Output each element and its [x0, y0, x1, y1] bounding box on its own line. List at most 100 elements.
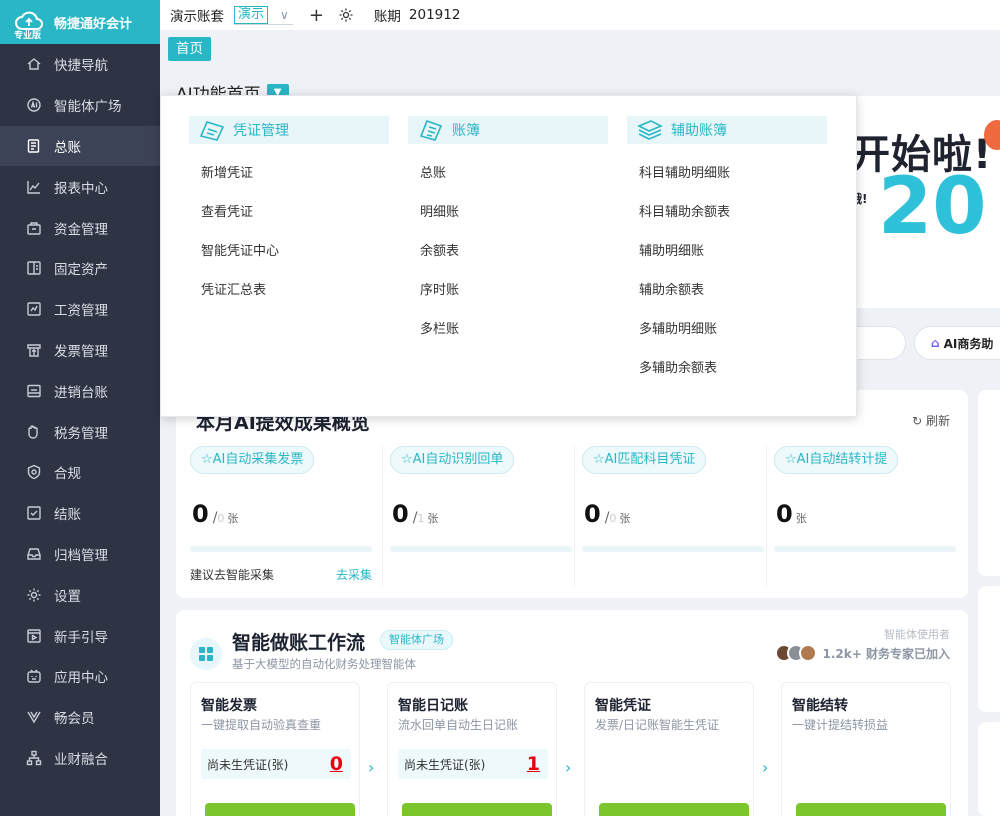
progress-bar [774, 546, 956, 552]
pending-voucher-count[interactable]: 1 [527, 753, 540, 775]
money-icon [26, 220, 42, 236]
sidebar-item-beginner-guide[interactable]: 新手引导 [0, 615, 160, 656]
apps-icon [26, 668, 42, 684]
side-panel-edge [978, 390, 1000, 576]
brand-edition: 专业版 [14, 31, 42, 41]
voucher-icon [199, 121, 225, 141]
pending-voucher-label: 尚未生凭证(张) [404, 757, 486, 772]
flow-box-title: 智能日记账 [398, 698, 468, 714]
sidebar-item-quick-nav[interactable]: 快捷导航 [0, 44, 160, 85]
sidebar-item-fixed-assets[interactable]: 固定资产 [0, 248, 160, 289]
smart-invoice-box[interactable]: 智能发票 一键提取自动验真查重 尚未生凭证(张) 0 [190, 682, 360, 816]
agent-square-tag[interactable]: 智能体广场 [380, 630, 453, 650]
stat-value: 0/0 张 [192, 500, 238, 528]
smart-journal-box[interactable]: 智能日记账 流水回单自动生日记账 尚未生凭证(张) 1 [387, 682, 557, 816]
go-collect-link[interactable]: 去采集 [336, 566, 372, 583]
menu-item-aux-detail[interactable]: 辅助明细账 [627, 232, 827, 271]
sidebar-item-label: 报表中心 [54, 180, 108, 197]
ai-business-pill-button[interactable]: ⌂ AI商务助 [914, 326, 1000, 360]
menu-item-general-ledger[interactable]: 总账 [408, 154, 608, 193]
menu-column-voucher: 凭证管理 新增凭证 查看凭证 智能凭证中心 凭证汇总表 [189, 116, 389, 310]
menu-column-auxiliary: 辅助账簿 科目辅助明细账 科目辅助余额表 辅助明细账 辅助余额表 多辅助明细账 … [627, 116, 827, 388]
menu-item-new-voucher[interactable]: 新增凭证 [189, 154, 389, 193]
period-value[interactable]: 201912 [409, 7, 461, 23]
stat-chip[interactable]: ☆AI自动识别回单 [390, 446, 515, 474]
smart-carryover-box[interactable]: 智能结转 一键计提结转损益 [781, 682, 951, 816]
sidebar-item-invoice-management[interactable]: 发票管理 [0, 330, 160, 371]
layers-icon [637, 120, 663, 140]
menu-item-subject-aux-detail[interactable]: 科目辅助明细账 [627, 154, 827, 193]
sidebar: 畅捷通好会计 专业版 快捷导航 智能体广场 总账 报表中心 资金管理 固定资产 … [0, 0, 160, 816]
sidebar-item-fund-management[interactable]: 资金管理 [0, 207, 160, 248]
side-panel-edge [978, 586, 1000, 712]
pill-label: AI商务助 [943, 336, 994, 351]
promo-banner[interactable]: 20 开始啦! 哦! [850, 96, 1000, 308]
side-panel-edge [978, 722, 1000, 816]
brand-name: 畅捷通好会计 [54, 16, 133, 32]
stat-value: 0/0 张 [584, 500, 630, 528]
account-book-select[interactable]: 演示 ∨ [234, 5, 293, 25]
sidebar-item-settings[interactable]: 设置 [0, 574, 160, 615]
menu-column-books: 账簿 总账 明细账 余额表 序时账 多栏账 [408, 116, 608, 349]
flow-box-title: 智能结转 [792, 698, 848, 714]
workflow-subtitle: 基于大模型的自动化财务处理智能体 [232, 657, 416, 671]
smart-voucher-box[interactable]: 智能凭证 发票/日记账智能生凭证 [584, 682, 754, 816]
add-icon[interactable]: + [309, 5, 324, 26]
menu-item-smart-voucher-center[interactable]: 智能凭证中心 [189, 232, 389, 271]
stat-chip[interactable]: ☆AI匹配科目凭证 [582, 446, 707, 474]
chart-icon [26, 179, 42, 195]
divider [766, 446, 767, 586]
menu-item-balance-sheet[interactable]: 余额表 [408, 232, 608, 271]
sidebar-item-purchase-sales-ledger[interactable]: 进销台账 [0, 370, 160, 411]
stat-unit: 张 [227, 512, 239, 525]
flow-box-desc: 发票/日记账智能生凭证 [595, 718, 720, 732]
brand[interactable]: 畅捷通好会计 专业版 [0, 0, 160, 44]
sidebar-item-tax-management[interactable]: 税务管理 [0, 411, 160, 452]
menu-item-subject-aux-balance[interactable]: 科目辅助余额表 [627, 193, 827, 232]
sidebar-item-general-ledger[interactable]: 总账 [0, 125, 160, 167]
smart-carryover-button[interactable] [796, 803, 946, 816]
smart-invoice-button[interactable] [205, 803, 355, 816]
gear-icon [26, 587, 42, 603]
menu-item-multi-column-ledger[interactable]: 多栏账 [408, 310, 608, 349]
sidebar-item-closing[interactable]: 结账 [0, 493, 160, 534]
menu-item-detail-ledger[interactable]: 明细账 [408, 193, 608, 232]
refresh-button[interactable]: ↻ 刷新 [912, 412, 950, 429]
stat-chip-label: AI自动采集发票 [212, 452, 304, 467]
smart-voucher-button[interactable] [599, 803, 749, 816]
tab-home[interactable]: 首页 [168, 37, 211, 61]
ai-efficiency-card: 本月AI提效成果概览 ↻ 刷新 ☆AI自动采集发票 0/0 张 建议去智能采集 去… [176, 390, 968, 598]
chevron-down-icon[interactable]: ∨ [280, 8, 289, 22]
chevron-right-icon: › [565, 758, 572, 777]
tab-strip: 首页 [160, 30, 1000, 68]
sidebar-item-app-center[interactable]: 应用中心 [0, 656, 160, 697]
menu-item-voucher-summary[interactable]: 凭证汇总表 [189, 271, 389, 310]
ledger-icon [26, 138, 42, 154]
stat-chip[interactable]: ☆AI自动结转计提 [774, 446, 899, 474]
menu-item-multi-aux-balance[interactable]: 多辅助余额表 [627, 349, 827, 388]
stat-hint: 建议去智能采集 [190, 568, 275, 582]
menu-column-title: 辅助账簿 [671, 123, 727, 139]
menu-item-multi-aux-detail[interactable]: 多辅助明细账 [627, 310, 827, 349]
sidebar-item-label: 总账 [54, 139, 81, 156]
menu-item-view-voucher[interactable]: 查看凭证 [189, 193, 389, 232]
stat-chip[interactable]: ☆AI自动采集发票 [190, 446, 315, 474]
menu-list: 科目辅助明细账 科目辅助余额表 辅助明细账 辅助余额表 多辅助明细账 多辅助余额… [627, 154, 827, 388]
account-book-value[interactable]: 演示 [234, 5, 269, 24]
stat-denominator: 1 [417, 512, 425, 525]
gear-icon[interactable] [338, 7, 354, 23]
menu-item-journal[interactable]: 序时账 [408, 271, 608, 310]
sidebar-item-label: 设置 [54, 588, 81, 605]
stat-value-number: 0 [192, 500, 209, 528]
sidebar-item-business-finance[interactable]: 业财融合 [0, 738, 160, 779]
sidebar-item-agent-square[interactable]: 智能体广场 [0, 85, 160, 126]
sidebar-item-membership[interactable]: 畅会员 [0, 697, 160, 738]
sidebar-item-payroll[interactable]: 工资管理 [0, 289, 160, 330]
sidebar-item-compliance[interactable]: 合规 [0, 452, 160, 493]
smart-journal-button[interactable] [402, 803, 552, 816]
pending-voucher-count[interactable]: 0 [330, 753, 343, 775]
sidebar-item-archive[interactable]: 归档管理 [0, 534, 160, 575]
sidebar-item-report-center[interactable]: 报表中心 [0, 166, 160, 207]
menu-item-aux-balance[interactable]: 辅助余额表 [627, 271, 827, 310]
sidebar-item-label: 新手引导 [54, 629, 108, 646]
